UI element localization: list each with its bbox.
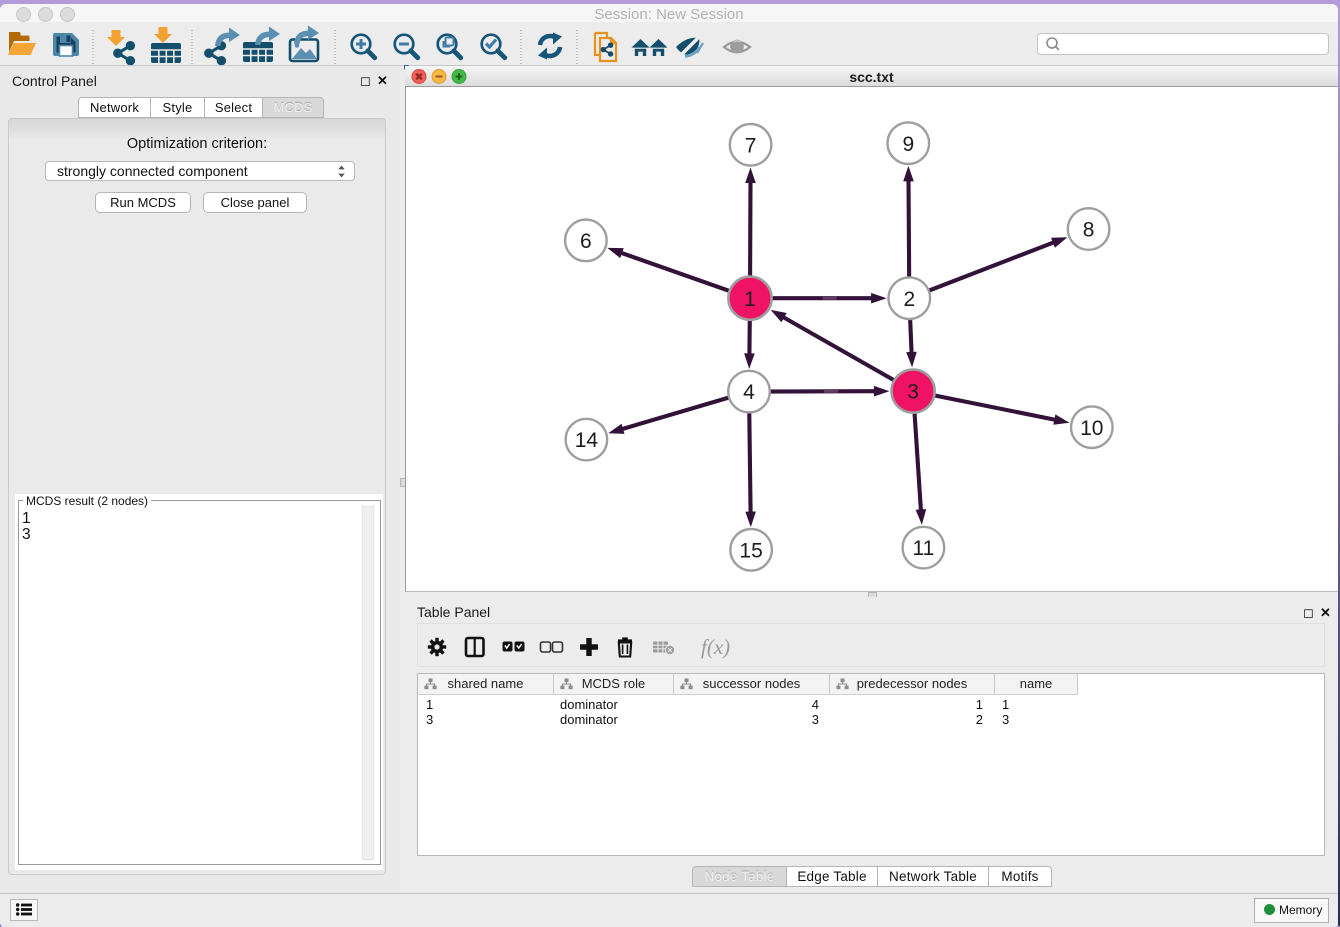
svg-text:1: 1 bbox=[744, 288, 756, 311]
svg-text:8: 8 bbox=[1083, 219, 1095, 242]
svg-text:3: 3 bbox=[907, 381, 919, 404]
svg-text:2: 2 bbox=[903, 288, 915, 311]
svg-text:6: 6 bbox=[580, 230, 592, 253]
svg-text:10: 10 bbox=[1080, 417, 1103, 440]
svg-text:11: 11 bbox=[912, 537, 934, 560]
svg-text:f(x): f(x) bbox=[701, 635, 730, 659]
svg-text:4: 4 bbox=[743, 381, 755, 404]
svg-text:7: 7 bbox=[745, 134, 757, 157]
svg-text:14: 14 bbox=[575, 429, 599, 452]
svg-text:15: 15 bbox=[739, 539, 762, 562]
svg-text:9: 9 bbox=[902, 133, 914, 156]
